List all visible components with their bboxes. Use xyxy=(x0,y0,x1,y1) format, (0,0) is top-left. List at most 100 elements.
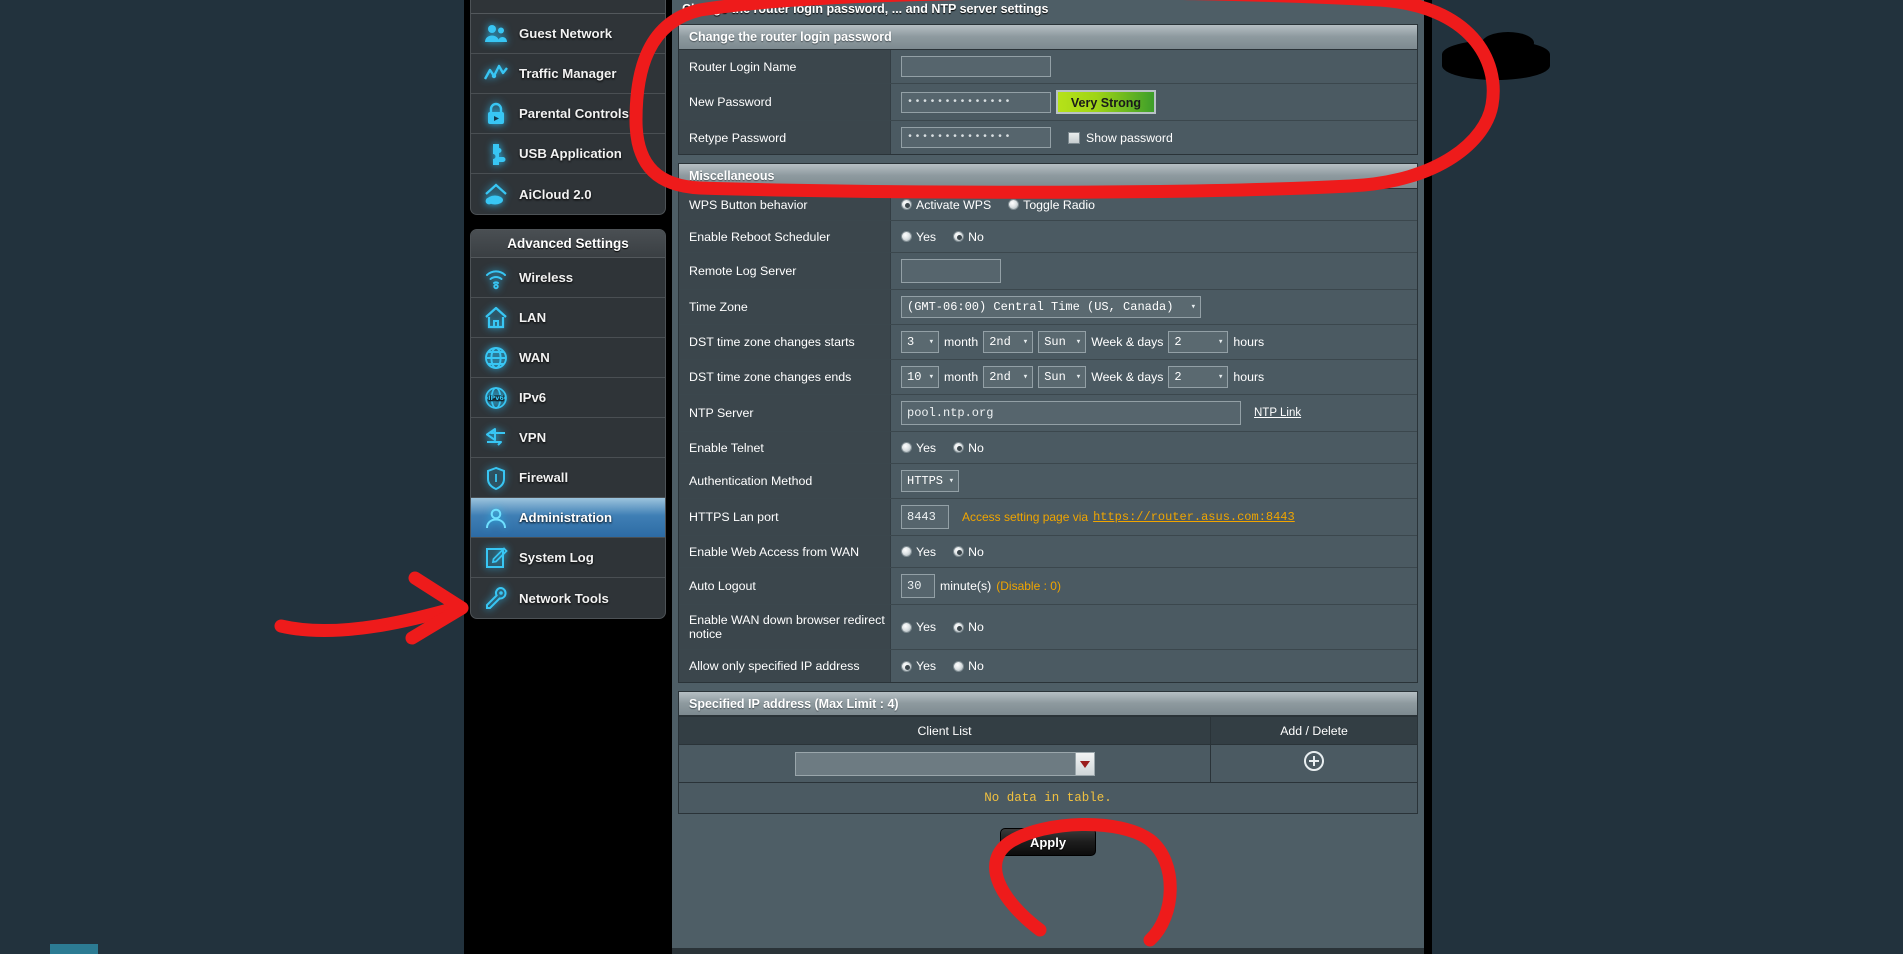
row-label: Retype Password xyxy=(679,121,891,154)
usb-application-icon xyxy=(483,141,509,167)
wan-down-yes[interactable]: Yes xyxy=(901,620,936,634)
web-wan-yes[interactable]: Yes xyxy=(901,545,936,559)
radio-icon xyxy=(901,442,912,453)
auto-logout-input[interactable] xyxy=(901,574,935,598)
web-wan-no[interactable]: No xyxy=(953,545,984,559)
radio-icon xyxy=(901,661,912,672)
aicloud-icon xyxy=(483,181,509,207)
value: 3 xyxy=(907,332,914,352)
sidebar-item-ipv6[interactable]: IPv6 IPv6 xyxy=(471,378,665,418)
row-label: New Password xyxy=(679,84,891,120)
row-value: Yes No xyxy=(891,650,1417,682)
dst-end-week-unit: Week & days xyxy=(1091,370,1163,384)
sidebar-primary-menu: Guest Network Traffic Manager Parental C… xyxy=(470,0,666,215)
row-label: Enable WAN down browser redirect notice xyxy=(679,605,891,649)
wps-option-activate[interactable]: Activate WPS xyxy=(901,198,991,212)
row-label: Remote Log Server xyxy=(679,253,891,289)
dst-start-week-select[interactable]: 2nd xyxy=(983,331,1033,353)
sidebar-item-parental-controls[interactable]: Parental Controls xyxy=(471,94,665,134)
value: 2 xyxy=(1174,367,1181,387)
row-value: Activate WPS Toggle Radio xyxy=(891,189,1417,220)
telnet-yes[interactable]: Yes xyxy=(901,441,936,455)
client-list-select[interactable] xyxy=(795,752,1095,776)
sidebar-item-network-tools[interactable]: Network Tools xyxy=(471,578,665,618)
reboot-yes[interactable]: Yes xyxy=(901,230,936,244)
apply-button[interactable]: Apply xyxy=(1000,828,1096,856)
sidebar-item-label: Administration xyxy=(519,510,612,525)
value: HTTPS xyxy=(907,471,943,491)
row-value: Show password xyxy=(891,121,1417,154)
apply-bar: Apply xyxy=(672,814,1424,870)
retype-password-input[interactable] xyxy=(901,127,1051,148)
telnet-no[interactable]: No xyxy=(953,441,984,455)
ntp-link[interactable]: NTP Link xyxy=(1254,407,1301,419)
time-zone-select[interactable]: (GMT-06:00) Central Time (US, Canada) xyxy=(901,296,1201,318)
row-label: Enable Web Access from WAN xyxy=(679,536,891,567)
value: 2nd xyxy=(989,332,1011,352)
sidebar-item-label: Guest Network xyxy=(519,26,612,41)
sidebar-item-usb-application[interactable]: USB Application xyxy=(471,134,665,174)
row-label: Allow only specified IP address xyxy=(679,650,891,682)
row-wps-button-behavior: WPS Button behavior Activate WPS Toggle … xyxy=(679,189,1417,221)
row-label: DST time zone changes starts xyxy=(679,325,891,359)
dst-start-day-select[interactable]: Sun xyxy=(1038,331,1086,353)
ntp-server-input[interactable] xyxy=(901,401,1241,425)
dst-end-day-select[interactable]: Sun xyxy=(1038,366,1086,388)
new-password-input[interactable] xyxy=(901,92,1051,113)
row-web-access-from-wan: Enable Web Access from WAN Yes No xyxy=(679,536,1417,568)
sidebar-item-wireless[interactable]: Wireless xyxy=(471,258,665,298)
radio-icon xyxy=(901,546,912,557)
dst-start-hour-select[interactable]: 2 xyxy=(1168,331,1228,353)
dst-start-week-unit: Week & days xyxy=(1091,335,1163,349)
row-time-zone: Time Zone (GMT-06:00) Central Time (US, … xyxy=(679,290,1417,325)
sidebar-item-traffic-manager[interactable]: Traffic Manager xyxy=(471,54,665,94)
reboot-no[interactable]: No xyxy=(953,230,984,244)
router-login-name-input[interactable] xyxy=(901,56,1051,77)
sidebar-item-lan[interactable]: LAN xyxy=(471,298,665,338)
wps-option-toggle-radio[interactable]: Toggle Radio xyxy=(1008,198,1095,212)
sidebar-item-guest-network[interactable]: Guest Network xyxy=(471,14,665,54)
taskbar-item[interactable] xyxy=(50,944,98,954)
allow-ip-yes[interactable]: Yes xyxy=(901,659,936,673)
https-lan-port-input[interactable] xyxy=(901,505,949,529)
row-value: Yes No xyxy=(891,221,1417,252)
dst-start-month-unit: month xyxy=(944,335,978,349)
radio-label: Activate WPS xyxy=(916,198,991,212)
radio-label: No xyxy=(968,545,984,559)
sidebar-item-wan[interactable]: WAN xyxy=(471,338,665,378)
administration-icon xyxy=(483,505,509,531)
wan-down-no[interactable]: No xyxy=(953,620,984,634)
radio-icon xyxy=(953,231,964,242)
sidebar-item-aicloud[interactable]: AiCloud 2.0 xyxy=(471,174,665,214)
ipv6-icon: IPv6 xyxy=(483,385,509,411)
value: 2 xyxy=(1174,332,1181,352)
sidebar-item-firewall[interactable]: Firewall xyxy=(471,458,665,498)
chevron-down-icon[interactable] xyxy=(1075,753,1094,775)
network-tools-icon xyxy=(483,585,509,611)
remote-log-server-input[interactable] xyxy=(901,259,1001,283)
time-zone-value: (GMT-06:00) Central Time (US, Canada) xyxy=(907,297,1173,317)
row-https-lan-port: HTTPS Lan port Access setting page via h… xyxy=(679,499,1417,536)
dst-end-hour-select[interactable]: 2 xyxy=(1168,366,1228,388)
client-list-cell xyxy=(679,745,1211,783)
radio-icon xyxy=(953,661,964,672)
dst-start-month-select[interactable]: 3 xyxy=(901,331,939,353)
sidebar-item-vpn[interactable]: VPN xyxy=(471,418,665,458)
add-icon[interactable] xyxy=(1303,750,1325,772)
row-value: Yes No xyxy=(891,536,1417,567)
dst-end-month-select[interactable]: 10 xyxy=(901,366,939,388)
breadcrumb: Change the router login password, ... an… xyxy=(672,0,1424,20)
radio-icon xyxy=(953,622,964,633)
show-password-checkbox[interactable] xyxy=(1068,132,1080,144)
sidebar-item-label: Parental Controls xyxy=(519,106,629,121)
sidebar-item-label: Network Tools xyxy=(519,591,609,606)
sidebar-item-administration[interactable]: Administration xyxy=(471,498,665,538)
row-remote-log-server: Remote Log Server xyxy=(679,253,1417,290)
dst-end-week-select[interactable]: 2nd xyxy=(983,366,1033,388)
authentication-method-select[interactable]: HTTPS xyxy=(901,470,959,492)
annotation-arrow-head xyxy=(412,578,462,638)
router-url-link[interactable]: https://router.asus.com:8443 xyxy=(1093,510,1295,524)
table-row xyxy=(679,745,1418,783)
sidebar-item-system-log[interactable]: System Log xyxy=(471,538,665,578)
allow-ip-no[interactable]: No xyxy=(953,659,984,673)
